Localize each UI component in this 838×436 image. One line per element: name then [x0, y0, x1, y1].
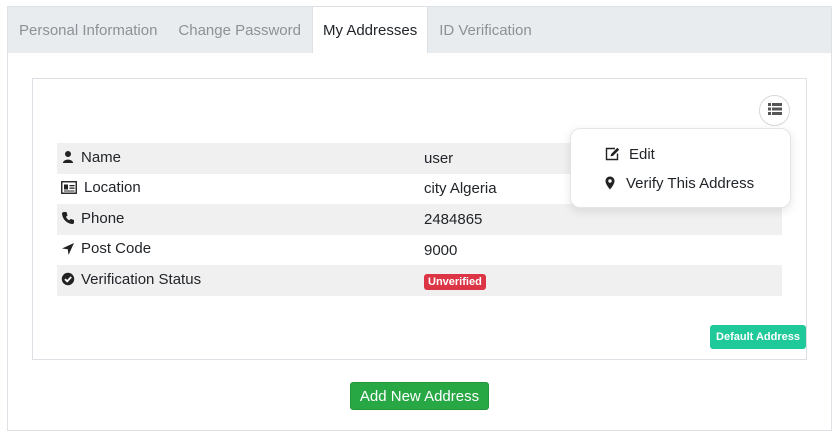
row-label-post-code: Post Code — [81, 240, 152, 258]
user-icon — [61, 150, 75, 164]
tab-my-addresses[interactable]: My Addresses — [311, 7, 429, 55]
table-row: Verification Status Unverified — [57, 265, 782, 296]
tab-personal-information[interactable]: Personal Information — [9, 7, 167, 54]
location-arrow-icon — [61, 242, 75, 256]
edit-address-menu-item[interactable]: Edit — [571, 141, 790, 167]
edit-label: Edit — [629, 145, 655, 163]
list-icon — [767, 102, 782, 120]
table-row: Phone 2484865 — [57, 204, 782, 235]
phone-icon — [61, 211, 75, 225]
add-new-address-button[interactable]: Add New Address — [350, 382, 489, 410]
profile-tabs: Personal Information Change Password My … — [7, 6, 832, 55]
tab-id-verification[interactable]: ID Verification — [429, 7, 542, 54]
row-label-location: Location — [84, 179, 141, 197]
row-label-verification-status: Verification Status — [81, 270, 202, 288]
tab-change-password[interactable]: Change Password — [168, 7, 311, 54]
id-card-icon — [61, 180, 78, 195]
row-value-phone: 2484865 — [424, 204, 782, 235]
unverified-badge: Unverified — [424, 273, 486, 290]
table-row: Post Code 9000 — [57, 235, 782, 266]
verify-address-menu-item[interactable]: Verify This Address — [571, 170, 790, 196]
map-marker-icon — [605, 176, 615, 190]
row-label-phone: Phone — [81, 209, 125, 227]
row-label-name: Name — [81, 148, 122, 166]
check-circle-icon — [61, 272, 75, 286]
verify-label: Verify This Address — [626, 174, 755, 192]
address-menu-button[interactable] — [759, 95, 790, 126]
default-address-badge: Default Address — [710, 325, 806, 349]
edit-icon — [605, 147, 620, 161]
row-value-post-code: 9000 — [424, 241, 458, 259]
address-actions-dropdown: Edit Verify This Address — [570, 128, 791, 208]
